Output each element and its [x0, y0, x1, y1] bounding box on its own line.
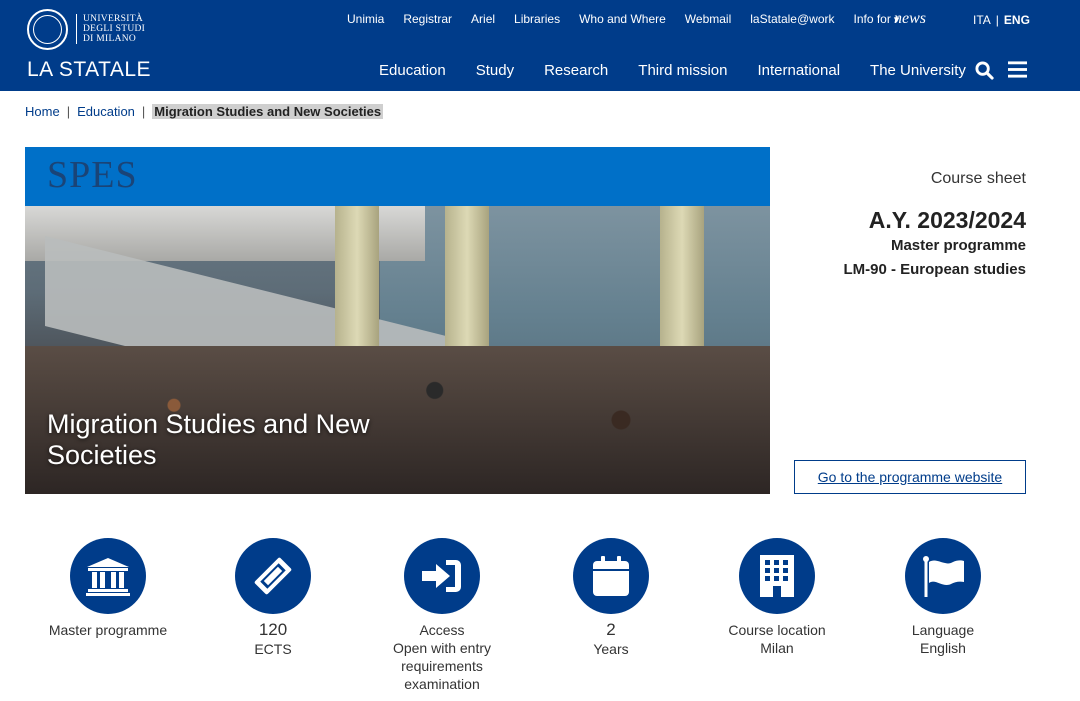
hero-banner: SPES Migration Studies and New Societies [25, 147, 770, 494]
main-nav: Education Study Research Third mission I… [379, 62, 996, 79]
breadcrumb: Home | Education | Migration Studies and… [25, 104, 384, 119]
degree-class: LM-90 - European studies [843, 261, 1026, 278]
feature-language: Language English [863, 538, 1023, 657]
logo-line: DI MILANO [83, 34, 137, 44]
utility-nav: Unimia Registrar Ariel Libraries Who and… [347, 12, 918, 26]
nav-research[interactable]: Research [544, 62, 608, 79]
degree-type: Master programme [890, 237, 1026, 254]
breadcrumb-home[interactable]: Home [25, 104, 60, 119]
duration-value: 2 [606, 620, 616, 639]
util-link-webmail[interactable]: Webmail [685, 12, 731, 26]
lang-ita[interactable]: ITA [973, 13, 991, 27]
ticket-icon [235, 538, 311, 614]
building-icon [739, 538, 815, 614]
feature-credits: 120 ECTS [193, 538, 353, 658]
util-link-libraries[interactable]: Libraries [514, 12, 560, 26]
util-link-unimia[interactable]: Unimia [347, 12, 384, 26]
util-link-who-and-where[interactable]: Who and Where [579, 12, 666, 26]
feature-duration: 2 Years [531, 538, 691, 658]
access-label: Access [419, 622, 465, 638]
logo-line: UNIVERSITÀ [83, 14, 143, 24]
nav-third-mission[interactable]: Third mission [638, 62, 727, 79]
sign-in-icon [404, 538, 480, 614]
hamburger-menu-icon[interactable] [1008, 61, 1027, 78]
course-sheet-label: Course sheet [930, 170, 1026, 187]
academic-year: A.Y. 2023/2024 [868, 207, 1026, 233]
breadcrumb-education[interactable]: Education [77, 104, 135, 119]
nav-education[interactable]: Education [379, 62, 446, 79]
location-label: Course location [728, 622, 826, 638]
access-detail: Open with entry [392, 640, 492, 656]
language-label: Language [911, 622, 975, 638]
util-link-lastatale-work[interactable]: laStatale@work [750, 12, 834, 26]
util-link-ariel[interactable]: Ariel [471, 12, 495, 26]
access-detail: requirements examination [401, 658, 483, 692]
news-link[interactable]: news [894, 10, 926, 28]
duration-unit: Years [593, 641, 629, 657]
nav-the-university[interactable]: The University [870, 62, 966, 79]
lang-eng[interactable]: ENG [1004, 13, 1030, 27]
nav-international[interactable]: International [757, 62, 840, 79]
breadcrumb-current: Migration Studies and New Societies [152, 104, 384, 119]
institution-icon [70, 538, 146, 614]
course-title: Migration Studies and New Societies [47, 409, 370, 470]
department-tag: SPES [47, 154, 138, 196]
programme-website-button[interactable]: Go to the programme website [794, 460, 1026, 494]
breadcrumb-separator: | [66, 104, 71, 119]
lang-separator: | [995, 13, 999, 27]
site-header: UNIVERSITÀ DEGLI STUDI DI MILANO LA STAT… [0, 0, 1080, 91]
credits-unit: ECTS [254, 641, 292, 657]
search-icon[interactable] [975, 61, 994, 80]
util-link-registrar[interactable]: Registrar [403, 12, 452, 26]
flag-icon [905, 538, 981, 614]
spes-bar: SPES [25, 147, 770, 206]
info-for-dropdown[interactable]: Info for [853, 12, 899, 26]
feature-access: Access Open with entry requirements exam… [362, 538, 522, 693]
university-name-logo[interactable]: UNIVERSITÀ DEGLI STUDI DI MILANO [76, 14, 156, 44]
feature-location: Course location Milan [697, 538, 857, 657]
credits-value: 120 [258, 620, 288, 639]
breadcrumb-separator: | [141, 104, 146, 119]
university-seal-logo[interactable] [27, 9, 68, 50]
language-switcher: ITA | ENG [973, 13, 1030, 27]
nav-study[interactable]: Study [476, 62, 514, 79]
logo-line: DEGLI STUDI [83, 24, 146, 34]
language-value: English [920, 640, 966, 656]
feature-label: Master programme [48, 622, 168, 638]
location-value: Milan [760, 640, 794, 656]
calendar-icon [573, 538, 649, 614]
brand-name[interactable]: LA STATALE [27, 58, 151, 82]
feature-degree: Master programme [28, 538, 188, 639]
